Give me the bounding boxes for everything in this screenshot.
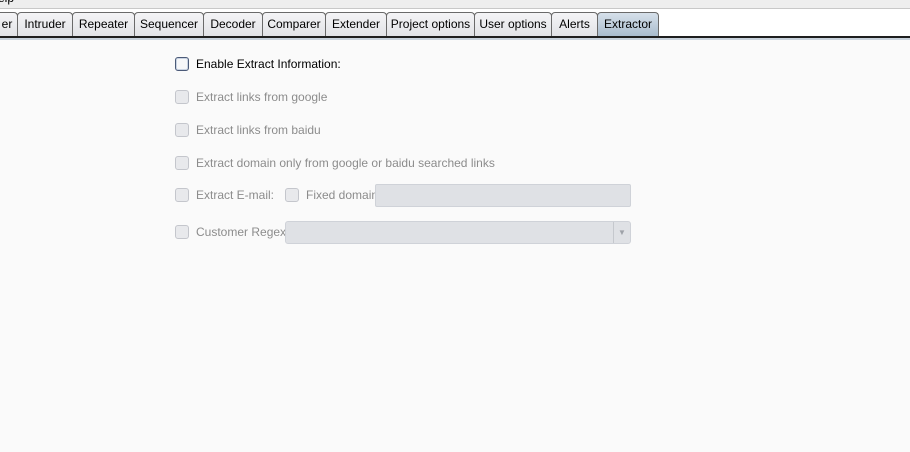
google-label: Extract links from google [196,90,328,104]
tab-divider-highlight [0,38,910,40]
tab-scanner[interactable]: er [0,12,18,36]
regex-label: Customer Regex: [196,225,290,239]
fixed-domain-row[interactable]: Fixed domain [285,187,378,203]
fixed-domain-checkbox[interactable] [285,188,299,202]
regex-checkbox[interactable] [175,225,189,239]
google-row[interactable]: Extract links from google [175,89,327,105]
fixed-domain-input[interactable] [375,184,631,207]
fixed-domain-label: Fixed domain [306,188,379,202]
menu-help[interactable]: elp [0,0,14,5]
domain-only-row[interactable]: Extract domain only from google or baidu… [175,155,495,171]
google-checkbox[interactable] [175,90,189,104]
tab-decoder[interactable]: Decoder [203,12,263,36]
enable-extract-row[interactable]: Enable Extract Information: [175,56,341,72]
tab-extender[interactable]: Extender [325,12,387,36]
enable-extract-checkbox[interactable] [175,57,189,71]
baidu-label: Extract links from baidu [196,123,321,137]
email-checkbox[interactable] [175,188,189,202]
tab-user-options[interactable]: User options [474,12,552,36]
email-row[interactable]: Extract E-mail: [175,187,274,203]
tab-intruder[interactable]: Intruder [17,12,73,36]
tab-repeater[interactable]: Repeater [72,12,135,36]
tab-strip: er Intruder Repeater Sequencer Decoder C… [0,9,910,37]
tab-sequencer[interactable]: Sequencer [134,12,204,36]
enable-extract-label: Enable Extract Information: [196,57,341,71]
baidu-row[interactable]: Extract links from baidu [175,122,321,138]
tab-alerts[interactable]: Alerts [551,12,598,36]
menu-bar: elp [0,0,910,9]
tab-project-options[interactable]: Project options [386,12,475,36]
domain-only-label: Extract domain only from google or baidu… [196,156,495,170]
dropdown-arrow-icon[interactable]: ▼ [613,222,630,243]
email-label: Extract E-mail: [196,188,275,202]
domain-only-checkbox[interactable] [175,156,189,170]
tab-comparer[interactable]: Comparer [262,12,326,36]
tab-extractor[interactable]: Extractor [597,12,659,36]
regex-row[interactable]: Customer Regex: [175,224,289,240]
baidu-checkbox[interactable] [175,123,189,137]
regex-select[interactable]: ▼ [285,221,631,244]
